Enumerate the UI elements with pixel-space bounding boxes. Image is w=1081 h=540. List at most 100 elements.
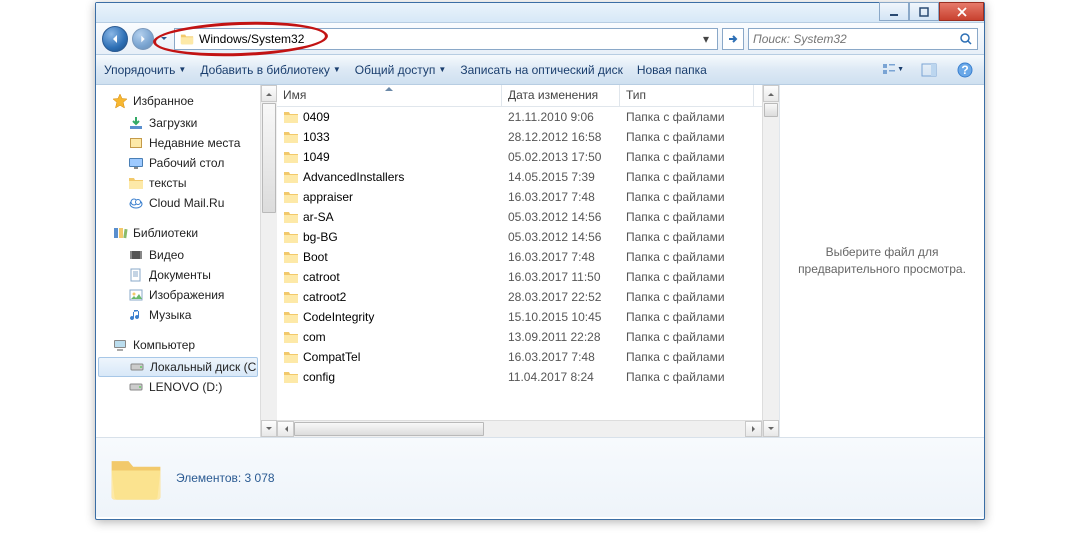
table-row[interactable]: catroot228.03.2017 22:52Папка с файлами (277, 287, 762, 307)
folder-icon (128, 175, 144, 191)
burn-button[interactable]: Записать на оптический диск (460, 63, 623, 77)
sidebar-item[interactable]: LENOVO (D:) (96, 377, 260, 397)
column-type[interactable]: Тип (620, 85, 754, 106)
file-date: 16.03.2017 7:48 (508, 250, 626, 264)
address-dropdown-icon[interactable]: ▾ (699, 32, 713, 46)
video-icon (128, 247, 144, 263)
sidebar-computer-header[interactable]: Компьютер (96, 335, 260, 357)
preview-pane-button[interactable] (918, 59, 940, 81)
scroll-up-icon[interactable] (261, 85, 277, 102)
search-box[interactable] (748, 28, 978, 50)
sidebar-libraries-header[interactable]: Библиотеки (96, 223, 260, 245)
scroll-thumb[interactable] (262, 103, 276, 213)
table-row[interactable]: Boot16.03.2017 7:48Папка с файлами (277, 247, 762, 267)
file-name: bg-BG (303, 230, 338, 244)
file-type: Папка с файлами (626, 150, 760, 164)
file-date: 15.10.2015 10:45 (508, 310, 626, 324)
scroll-right-icon[interactable] (745, 421, 762, 437)
sidebar-item[interactable]: Видео (96, 245, 260, 265)
sidebar-item[interactable]: тексты (96, 173, 260, 193)
downloads-icon (128, 115, 144, 131)
sidebar-item[interactable]: Недавние места (96, 133, 260, 153)
table-row[interactable]: appraiser16.03.2017 7:48Папка с файлами (277, 187, 762, 207)
file-date: 14.05.2015 7:39 (508, 170, 626, 184)
sidebar-item[interactable]: Загрузки (96, 113, 260, 133)
minimize-button[interactable] (879, 2, 909, 21)
table-row[interactable]: com13.09.2011 22:28Папка с файлами (277, 327, 762, 347)
column-date[interactable]: Дата изменения (502, 85, 620, 106)
add-library-button[interactable]: Добавить в библиотеку▼ (200, 63, 340, 77)
folder-icon (283, 289, 299, 305)
scroll-up-icon[interactable] (763, 85, 779, 102)
folder-large-icon (106, 448, 166, 508)
table-row[interactable]: CompatTel16.03.2017 7:48Папка с файлами (277, 347, 762, 367)
table-row[interactable]: AdvancedInstallers14.05.2015 7:39Папка с… (277, 167, 762, 187)
table-row[interactable]: 103328.12.2012 16:58Папка с файлами (277, 127, 762, 147)
search-icon (959, 32, 973, 46)
sidebar-item[interactable]: Cloud Mail.Ru (96, 193, 260, 213)
forward-button[interactable] (132, 28, 154, 50)
sidebar-item-label: Недавние места (149, 136, 240, 150)
search-input[interactable] (753, 32, 959, 46)
file-date: 21.11.2010 9:06 (508, 110, 626, 124)
table-row[interactable]: catroot16.03.2017 11:50Папка с файлами (277, 267, 762, 287)
table-row[interactable]: config11.04.2017 8:24Папка с файлами (277, 367, 762, 387)
file-name: Boot (303, 250, 328, 264)
file-name: CompatTel (303, 350, 360, 364)
sidebar-item-label: Музыка (149, 308, 191, 322)
folder-icon (283, 149, 299, 165)
organize-button[interactable]: Упорядочить▼ (104, 63, 186, 77)
sidebar-item-label: Документы (149, 268, 211, 282)
scroll-left-icon[interactable] (277, 421, 294, 437)
vertical-scrollbar[interactable] (762, 85, 779, 437)
help-button[interactable] (954, 59, 976, 81)
sidebar-item[interactable]: Рабочий стол (96, 153, 260, 173)
address-input[interactable] (199, 32, 699, 46)
go-button[interactable] (722, 28, 744, 50)
column-name[interactable]: Имя (277, 85, 502, 106)
scroll-thumb[interactable] (294, 422, 484, 436)
sidebar-item-label: Рабочий стол (149, 156, 224, 170)
horizontal-scrollbar[interactable] (277, 420, 762, 437)
new-folder-button[interactable]: Новая папка (637, 63, 707, 77)
file-date: 28.03.2017 22:52 (508, 290, 626, 304)
computer-icon (112, 337, 128, 353)
images-icon (128, 287, 144, 303)
preview-text: Выберите файл для предварительного просм… (794, 244, 970, 278)
scroll-down-icon[interactable] (261, 420, 277, 437)
file-type: Папка с файлами (626, 230, 760, 244)
file-type: Папка с файлами (626, 350, 760, 364)
view-button[interactable]: ▼ (882, 59, 904, 81)
file-date: 11.04.2017 8:24 (508, 370, 626, 384)
share-button[interactable]: Общий доступ▼ (355, 63, 447, 77)
star-icon (112, 93, 128, 109)
address-bar[interactable]: ▾ (174, 28, 718, 50)
sidebar-favorites-header[interactable]: Избранное (96, 91, 260, 113)
file-type: Папка с файлами (626, 210, 760, 224)
scroll-down-icon[interactable] (763, 420, 779, 437)
sidebar-item[interactable]: Локальный диск (C (98, 357, 258, 377)
close-button[interactable] (939, 2, 984, 21)
file-name: AdvancedInstallers (303, 170, 404, 184)
table-row[interactable]: ar-SA05.03.2012 14:56Папка с файлами (277, 207, 762, 227)
sidebar-item[interactable]: Музыка (96, 305, 260, 325)
folder-icon (283, 209, 299, 225)
file-date: 13.09.2011 22:28 (508, 330, 626, 344)
sidebar-scrollbar[interactable] (260, 85, 277, 437)
back-button[interactable] (102, 26, 128, 52)
history-dropdown[interactable] (158, 35, 170, 43)
table-row[interactable]: bg-BG05.03.2012 14:56Папка с файлами (277, 227, 762, 247)
sidebar-item[interactable]: Изображения (96, 285, 260, 305)
folder-icon (283, 309, 299, 325)
cloud-icon (128, 195, 144, 211)
scroll-thumb[interactable] (764, 103, 778, 117)
maximize-button[interactable] (909, 2, 939, 21)
sidebar-item-label: LENOVO (D:) (149, 380, 222, 394)
table-row[interactable]: 104905.02.2013 17:50Папка с файлами (277, 147, 762, 167)
table-row[interactable]: CodeIntegrity15.10.2015 10:45Папка с фай… (277, 307, 762, 327)
sidebar-item[interactable]: Документы (96, 265, 260, 285)
sidebar: Избранное Загрузки Недавние места Рабочий … (96, 85, 277, 437)
file-date: 16.03.2017 7:48 (508, 190, 626, 204)
table-row[interactable]: 040921.11.2010 9:06Папка с файлами (277, 107, 762, 127)
file-name: 1033 (303, 130, 330, 144)
